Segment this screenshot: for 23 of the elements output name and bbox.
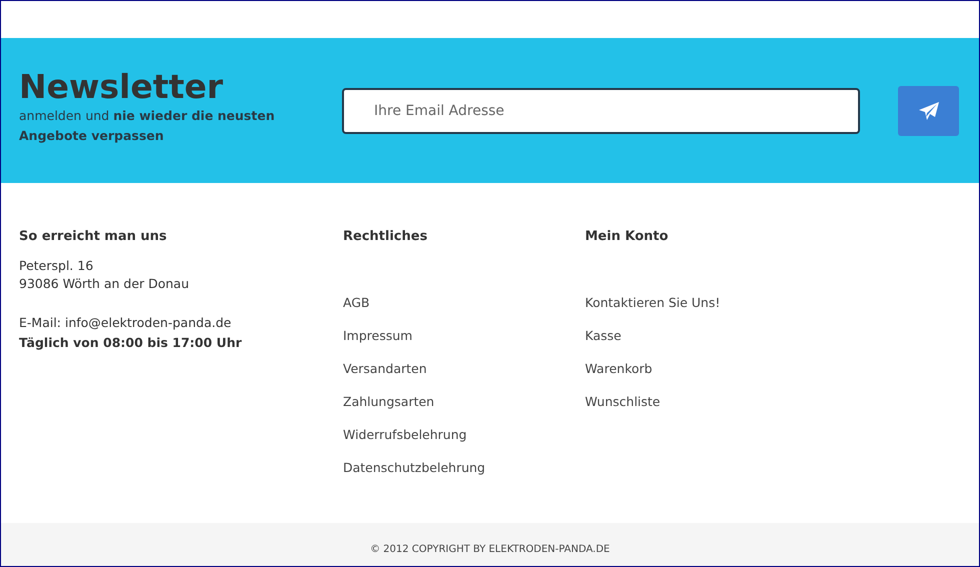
footer-link[interactable]: Kasse (585, 327, 622, 345)
email-field[interactable]: Ihre Email Adresse (342, 88, 860, 134)
footer-link[interactable]: Widerrufsbelehrung (343, 426, 467, 444)
send-button[interactable] (898, 86, 959, 136)
footer-link[interactable]: Versandarten (343, 360, 427, 378)
copyright-text: © 2012 COPYRIGHT BY ELEKTRODEN-PANDA.DE (370, 544, 610, 555)
newsletter-subtitle: anmelden und nie wieder die neusten Angebote verpassen (19, 106, 276, 145)
footer-link[interactable]: Impressum (343, 327, 412, 345)
footer-link[interactable]: Zahlungsarten (343, 393, 434, 411)
column-heading: Mein Konto (585, 229, 670, 245)
address-line: 93086 Wörth an der Donau (19, 275, 190, 293)
footer-link[interactable]: Warenkorb (585, 360, 652, 378)
footer-link[interactable]: Wunschliste (585, 393, 660, 411)
column-heading: So erreicht man uns (19, 229, 168, 245)
footer-link[interactable]: Kontaktieren Sie Uns! (585, 294, 720, 312)
newsletter-title: Newsletter (19, 68, 224, 106)
footer-link[interactable]: Datenschutzbelehrung (343, 459, 486, 477)
address-line: Peterspl. 16 (19, 257, 94, 275)
email-text: E-Mail: info@elektroden-panda.de (19, 314, 232, 332)
column-heading: Rechtliches (343, 229, 428, 245)
opening-hours: Täglich von 08:00 bis 17:00 Uhr (19, 334, 243, 352)
footer-link[interactable]: AGB (343, 294, 370, 312)
paper-plane-icon (918, 100, 940, 120)
